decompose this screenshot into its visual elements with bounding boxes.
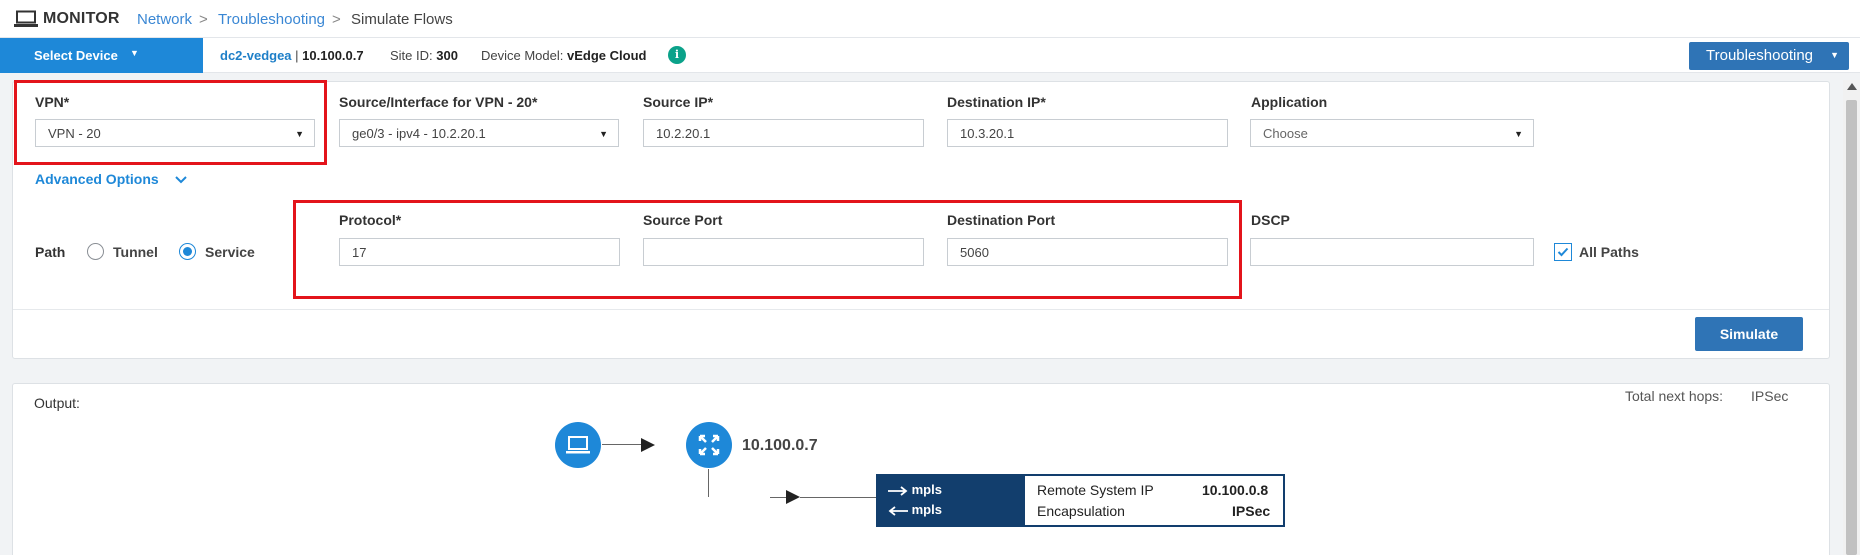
caret-down-icon: ▼ bbox=[1830, 50, 1839, 60]
tunnel-in-color: mpls bbox=[911, 502, 942, 517]
troubleshooting-label: Troubleshooting bbox=[1706, 47, 1814, 64]
source-interface-select[interactable]: ge0/3 - ipv4 - 10.2.20.1 ▼ bbox=[339, 119, 619, 147]
vertical-scrollbar[interactable] bbox=[1843, 80, 1860, 555]
path-tunnel-label: Tunnel bbox=[113, 244, 158, 260]
flow-line bbox=[800, 497, 876, 498]
source-interface-value: ge0/3 - ipv4 - 10.2.20.1 bbox=[352, 126, 486, 141]
path-label: Path bbox=[35, 244, 66, 260]
remote-system-ip-label: Remote System IP bbox=[1037, 482, 1154, 498]
source-ip-input[interactable]: 10.2.20.1 bbox=[643, 119, 924, 147]
caret-down-icon: ▼ bbox=[1514, 129, 1523, 139]
breadcrumb-separator: > bbox=[332, 11, 341, 28]
breadcrumb-separator: > bbox=[199, 11, 208, 28]
device-ip-separator: | bbox=[291, 48, 303, 63]
breadcrumb-troubleshooting[interactable]: Troubleshooting bbox=[218, 11, 325, 28]
device-name: dc2-vedgea bbox=[220, 48, 292, 63]
laptop-icon bbox=[566, 436, 590, 454]
troubleshooting-dropdown-button[interactable]: Troubleshooting ▼ bbox=[1689, 42, 1849, 70]
form-divider bbox=[13, 309, 1829, 310]
tunnel-in-row: mpls bbox=[888, 502, 942, 517]
select-device-label: Select Device bbox=[34, 48, 118, 63]
destination-ip-value: 10.3.20.1 bbox=[960, 126, 1015, 141]
chevron-down-icon bbox=[174, 176, 187, 184]
tunnel-card[interactable]: mpls mpls Remote System IP 10.100.0.8 En… bbox=[876, 474, 1285, 527]
tunnel-colors: mpls mpls bbox=[878, 476, 1025, 525]
source-ip-label: Source IP* bbox=[643, 94, 714, 110]
simulate-button[interactable]: Simulate bbox=[1695, 317, 1803, 351]
protocol-label: Protocol* bbox=[339, 212, 402, 228]
dscp-input[interactable] bbox=[1250, 238, 1534, 266]
source-ip-value: 10.2.20.1 bbox=[656, 126, 711, 141]
total-next-hops-label: Total next hops: bbox=[1625, 388, 1724, 404]
total-next-hops-value: IPSec bbox=[1751, 388, 1789, 404]
site-id-label: Site ID: bbox=[390, 48, 433, 63]
arrow-left-icon bbox=[888, 505, 908, 516]
application-label: Application bbox=[1251, 94, 1328, 110]
source-port-label: Source Port bbox=[643, 212, 723, 228]
simulate-flows-form: VPN* VPN - 20 ▼ Source/Interface for VPN… bbox=[12, 81, 1830, 359]
host-node[interactable] bbox=[555, 422, 601, 468]
encapsulation-value: IPSec bbox=[1232, 503, 1271, 519]
page-section-title: MONITOR bbox=[43, 10, 120, 27]
tunnel-out-row: mpls bbox=[888, 482, 942, 497]
check-icon bbox=[1557, 247, 1569, 257]
tunnel-out-color: mpls bbox=[911, 482, 942, 497]
router-icon bbox=[698, 434, 720, 456]
caret-down-icon: ▼ bbox=[295, 129, 304, 139]
source-interface-label: Source/Interface for VPN - 20* bbox=[339, 94, 538, 110]
dscp-label: DSCP bbox=[1251, 212, 1290, 228]
breadcrumb-simulate-flows: Simulate Flows bbox=[351, 11, 453, 28]
output-label: Output: bbox=[34, 395, 80, 411]
advanced-options-toggle[interactable]: Advanced Options bbox=[35, 171, 187, 187]
info-icon[interactable]: i bbox=[668, 46, 686, 64]
laptop-icon bbox=[14, 10, 38, 27]
remote-system-ip-value: 10.100.0.8 bbox=[1202, 482, 1269, 498]
vpn-select[interactable]: VPN - 20 ▼ bbox=[35, 119, 315, 147]
breadcrumb-network[interactable]: Network bbox=[137, 11, 192, 28]
select-device-button[interactable]: Select Device ▼ bbox=[0, 38, 203, 73]
scrollbar-thumb[interactable] bbox=[1846, 100, 1857, 555]
output-panel bbox=[12, 383, 1830, 555]
device-identity: dc2-vedgea | 10.100.0.7 bbox=[220, 48, 364, 63]
path-tunnel-radio[interactable] bbox=[87, 243, 104, 260]
all-paths-checkbox[interactable] bbox=[1554, 243, 1572, 261]
router-node[interactable] bbox=[686, 422, 732, 468]
vpn-value: VPN - 20 bbox=[48, 126, 101, 141]
destination-port-label: Destination Port bbox=[947, 212, 1056, 228]
arrow-right-icon bbox=[641, 438, 655, 452]
path-service-radio[interactable] bbox=[179, 243, 196, 260]
device-ip: 10.100.0.7 bbox=[302, 48, 364, 63]
destination-ip-input[interactable]: 10.3.20.1 bbox=[947, 119, 1228, 147]
flow-line bbox=[602, 444, 642, 445]
router-ip: 10.100.0.7 bbox=[742, 437, 818, 454]
destination-ip-label: Destination IP* bbox=[947, 94, 1046, 110]
advanced-options-label: Advanced Options bbox=[35, 171, 159, 187]
source-port-input[interactable] bbox=[643, 238, 924, 266]
caret-down-icon: ▼ bbox=[599, 129, 608, 139]
encapsulation-label: Encapsulation bbox=[1037, 503, 1125, 519]
all-paths-label: All Paths bbox=[1579, 244, 1639, 260]
flow-line bbox=[708, 469, 709, 497]
destination-port-value: 5060 bbox=[960, 245, 989, 260]
device-model: Device Model: vEdge Cloud bbox=[481, 48, 646, 63]
protocol-value: 17 bbox=[352, 245, 367, 260]
protocol-input[interactable]: 17 bbox=[339, 238, 620, 266]
site-id-value: 300 bbox=[436, 48, 458, 63]
vpn-label: VPN* bbox=[35, 94, 70, 110]
device-model-value: vEdge Cloud bbox=[567, 48, 647, 63]
path-service-label: Service bbox=[205, 244, 255, 260]
arrow-right-icon bbox=[888, 485, 908, 496]
device-model-label: Device Model: bbox=[481, 48, 564, 63]
caret-down-icon: ▼ bbox=[130, 48, 139, 58]
scroll-up-arrow-icon[interactable] bbox=[1847, 83, 1857, 90]
destination-port-input[interactable]: 5060 bbox=[947, 238, 1228, 266]
application-placeholder: Choose bbox=[1263, 126, 1308, 141]
site-id: Site ID: 300 bbox=[390, 48, 458, 63]
top-bar: MONITOR Network > Troubleshooting > Simu… bbox=[0, 0, 1860, 38]
device-bar: Select Device ▼ dc2-vedgea | 10.100.0.7 … bbox=[0, 38, 1860, 73]
arrow-right-icon bbox=[786, 490, 800, 504]
application-select[interactable]: Choose ▼ bbox=[1250, 119, 1534, 147]
